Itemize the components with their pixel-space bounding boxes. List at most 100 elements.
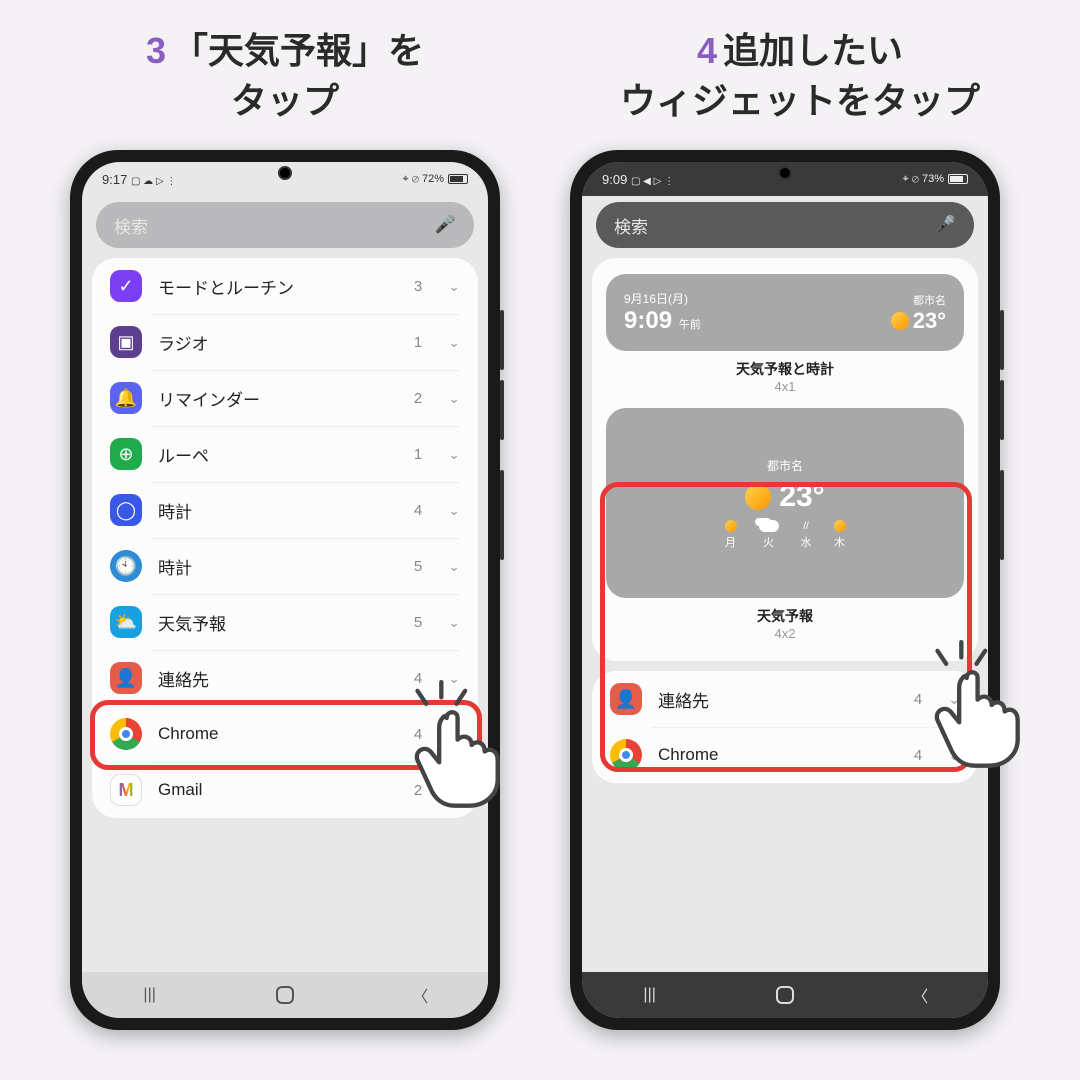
app-icon: 👤: [610, 683, 642, 715]
step4-number: 4: [697, 30, 717, 71]
chevron-down-icon: ⌄: [448, 670, 460, 687]
chevron-down-icon: ⌄: [448, 614, 460, 631]
chrome-icon: [110, 718, 142, 750]
nav-bar: ||| 〈: [582, 972, 988, 1018]
forecast-day: 火: [759, 520, 779, 550]
step3-number: 3: [146, 30, 166, 71]
list-item[interactable]: 🔔 リマインダー 2 ⌄: [92, 370, 478, 426]
list-item[interactable]: 🕙 時計 5 ⌄: [92, 538, 478, 594]
chevron-down-icon: ⌄: [448, 726, 460, 743]
widget2-size: 4x2: [606, 626, 964, 641]
app-icon: ✓: [110, 270, 142, 302]
nav-home[interactable]: [771, 981, 799, 1009]
widget-app-list-bottom: 👤 連絡先 4 ⌄ Chrome 4 ⌄: [592, 671, 978, 783]
widget-count: 4: [414, 502, 422, 519]
chevron-down-icon: ⌄: [448, 446, 460, 463]
chevron-down-icon: ⌄: [448, 558, 460, 575]
app-label: 時計: [158, 498, 398, 523]
battery-icon: [448, 174, 468, 184]
search-placeholder: 検索: [114, 213, 148, 238]
gmail-icon: M: [110, 774, 142, 806]
search-bar[interactable]: 検索 🎤: [96, 202, 474, 248]
widget-count: 1: [414, 446, 422, 463]
list-item[interactable]: ⊕ ルーペ 1 ⌄: [92, 426, 478, 482]
widget-count: 4: [414, 670, 422, 687]
app-icon: 👤: [110, 662, 142, 694]
app-label: Gmail: [158, 780, 398, 800]
forecast-day: 木: [834, 520, 846, 550]
app-label: 天気予報: [158, 610, 398, 635]
widget-weather-clock-preview[interactable]: 9月16日(月) 9:09 午前 都市名 23°: [606, 274, 964, 351]
step4-title: 4追加したい ウィジェットをタップ: [540, 26, 1060, 127]
widget-count: 1: [414, 334, 422, 351]
list-item[interactable]: 👤 連絡先 4 ⌄: [92, 650, 478, 706]
front-camera: [778, 166, 792, 180]
chevron-down-icon: ⌄: [948, 691, 960, 708]
list-item[interactable]: Chrome 4 ⌄: [92, 706, 478, 762]
nav-bar: ||| 〈: [82, 972, 488, 1018]
list-item[interactable]: M Gmail 2 ⌄: [92, 762, 478, 818]
weather-sun-cloud-icon: [745, 484, 771, 510]
app-icon: 🔔: [110, 382, 142, 414]
phone-step3: 9:17 ▢ ☁ ▷ ⋮ ⌖ ⊘ 72% 検索 🎤 ✓モードとルーチン3⌄▣ラジ…: [70, 150, 500, 1030]
search-placeholder: 検索: [614, 213, 648, 238]
app-label: ルーペ: [158, 442, 398, 467]
widget-count: 4: [914, 747, 922, 764]
widget-count: 2: [414, 782, 422, 799]
forecast-row: 月火水木: [725, 520, 846, 550]
list-item[interactable]: 👤 連絡先 4 ⌄: [592, 671, 978, 727]
status-time: 9:17: [102, 172, 127, 187]
step3-title: 3「天気予報」を タップ: [70, 26, 500, 127]
app-icon: ⛅: [110, 606, 142, 638]
nav-back[interactable]: 〈: [406, 981, 434, 1009]
widget-count: 2: [414, 390, 422, 407]
list-item[interactable]: ✓モードとルーチン3⌄: [92, 258, 478, 314]
chevron-down-icon: ⌄: [448, 278, 460, 295]
status-time: 9:09: [602, 172, 627, 187]
search-bar[interactable]: 検索 🎤: [596, 202, 974, 248]
mic-icon[interactable]: 🎤: [435, 215, 456, 235]
app-label: 連絡先: [658, 687, 898, 712]
widget-count: 4: [914, 691, 922, 708]
widget1-size: 4x1: [606, 379, 964, 394]
app-icon: ▣: [110, 326, 142, 358]
chevron-down-icon: ⌄: [448, 390, 460, 407]
widget-count: 5: [414, 558, 422, 575]
widget2-title: 天気予報: [606, 606, 964, 626]
chevron-down-icon: ⌄: [448, 334, 460, 351]
app-label: Chrome: [158, 724, 398, 744]
weather-sun-cloud-icon: [891, 312, 909, 330]
app-label: 連絡先: [158, 666, 398, 691]
app-label: ラジオ: [158, 330, 398, 355]
nav-home[interactable]: [271, 981, 299, 1009]
chevron-down-icon: ⌄: [948, 747, 960, 764]
app-icon: ⊕: [110, 438, 142, 470]
list-item[interactable]: ⛅ 天気予報 5 ⌄: [92, 594, 478, 650]
widget-count: 5: [414, 614, 422, 631]
app-label: リマインダー: [158, 386, 398, 411]
list-item[interactable]: ▣ ラジオ 1 ⌄: [92, 314, 478, 370]
front-camera: [278, 166, 292, 180]
widget1-title: 天気予報と時計: [606, 359, 964, 379]
nav-recent[interactable]: |||: [136, 981, 164, 1009]
chevron-down-icon: ⌄: [448, 782, 460, 799]
list-item[interactable]: Chrome 4 ⌄: [592, 727, 978, 783]
mic-icon[interactable]: 🎤: [935, 215, 956, 235]
app-label: 時計: [158, 554, 398, 579]
app-icon: 🕙: [110, 550, 142, 582]
nav-back[interactable]: 〈: [906, 981, 934, 1009]
widget-app-list: ✓モードとルーチン3⌄▣ラジオ1⌄🔔リマインダー2⌄⊕ルーペ1⌄◯時計4⌄🕙時計…: [92, 258, 478, 818]
battery-icon: [948, 174, 968, 184]
widget-options: 9月16日(月) 9:09 午前 都市名 23° 天気予報と時計 4x1 都市名…: [592, 258, 978, 661]
app-label: モードとルーチン: [158, 274, 398, 299]
phone-step4: 9:09 ▢ ◀ ▷ ⋮ ⌖ ⊘ 73% 検索 🎤 9月16日(月) 9:09 …: [570, 150, 1000, 1030]
widget-weather-preview[interactable]: 都市名 23° 月火水木: [606, 408, 964, 598]
forecast-day: 月: [725, 520, 737, 550]
list-item[interactable]: ◯ 時計 4 ⌄: [92, 482, 478, 538]
chevron-down-icon: ⌄: [448, 502, 460, 519]
widget-count: 4: [414, 726, 422, 743]
nav-recent[interactable]: |||: [636, 981, 664, 1009]
app-icon: ◯: [110, 494, 142, 526]
chrome-icon: [610, 739, 642, 771]
app-label: Chrome: [658, 745, 898, 765]
